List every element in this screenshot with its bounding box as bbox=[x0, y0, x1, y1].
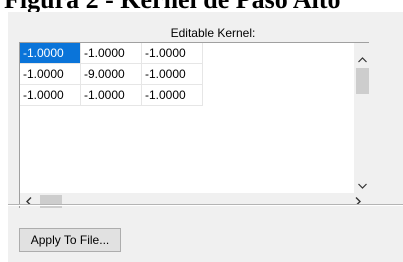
kernel-cell-r2-c1[interactable]: -1.0000 bbox=[20, 64, 81, 85]
scroll-up-icon[interactable] bbox=[354, 53, 371, 67]
kernel-cell-r2-c3[interactable]: -1.0000 bbox=[142, 64, 203, 85]
scroll-right-icon[interactable] bbox=[351, 193, 365, 210]
scroll-left-icon[interactable] bbox=[22, 193, 36, 210]
vertical-scroll-thumb[interactable] bbox=[356, 68, 369, 94]
horizontal-scrollbar[interactable] bbox=[20, 193, 369, 210]
kernel-grid: -1.0000 -1.0000 -1.0000 -1.0000 -9.0000 … bbox=[19, 42, 369, 208]
vertical-scrollbar[interactable] bbox=[354, 43, 371, 193]
kernel-cell-r1-c2[interactable]: -1.0000 bbox=[81, 43, 142, 64]
kernel-cell-r3-c1[interactable]: -1.0000 bbox=[20, 85, 81, 106]
scroll-down-icon[interactable] bbox=[354, 179, 371, 193]
kernel-cell-r1-c3[interactable]: -1.0000 bbox=[142, 43, 203, 64]
kernel-dialog: Editable Kernel: -1.0000 -1.0000 -1.0000… bbox=[8, 12, 403, 262]
grid-row: -1.0000 -1.0000 -1.0000 bbox=[20, 85, 203, 106]
kernel-cell-r2-c2[interactable]: -9.0000 bbox=[81, 64, 142, 85]
horizontal-scroll-thumb[interactable] bbox=[40, 195, 62, 208]
grid-row: -1.0000 -1.0000 -1.0000 bbox=[20, 43, 203, 64]
panel-title: Editable Kernel: bbox=[170, 26, 256, 40]
kernel-cell-r1-c1[interactable]: -1.0000 bbox=[20, 43, 81, 64]
kernel-cell-r3-c2[interactable]: -1.0000 bbox=[81, 85, 142, 106]
kernel-cell-r3-c3[interactable]: -1.0000 bbox=[142, 85, 203, 106]
apply-to-file-button[interactable]: Apply To File... bbox=[19, 228, 121, 252]
separator-line bbox=[8, 204, 403, 206]
grid-row: -1.0000 -9.0000 -1.0000 bbox=[20, 64, 203, 85]
